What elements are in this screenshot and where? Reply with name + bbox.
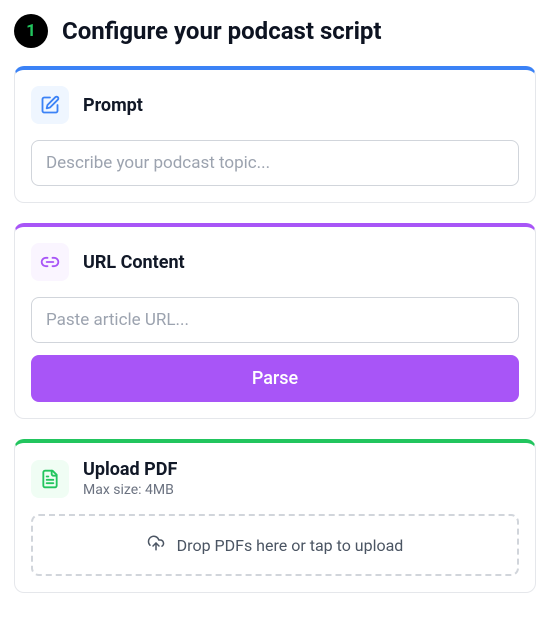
page-title: Configure your podcast script bbox=[62, 17, 382, 45]
url-title: URL Content bbox=[83, 252, 185, 273]
file-icon bbox=[31, 460, 69, 498]
upload-icon bbox=[147, 534, 165, 556]
prompt-input[interactable] bbox=[31, 140, 519, 186]
link-icon bbox=[31, 243, 69, 281]
pdf-subtitle: Max size: 4MB bbox=[83, 482, 177, 498]
prompt-card: Prompt bbox=[14, 66, 536, 203]
step-badge: 1 bbox=[14, 14, 48, 48]
pdf-card-head: Upload PDF Max size: 4MB bbox=[31, 459, 519, 498]
parse-button[interactable]: Parse bbox=[31, 355, 519, 402]
url-card: URL Content Parse bbox=[14, 223, 536, 419]
pdf-title: Upload PDF bbox=[83, 459, 177, 480]
dropzone-label: Drop PDFs here or tap to upload bbox=[177, 536, 404, 555]
url-input[interactable] bbox=[31, 297, 519, 343]
prompt-card-head: Prompt bbox=[31, 86, 519, 124]
pdf-card: Upload PDF Max size: 4MB Drop PDFs here … bbox=[14, 439, 536, 593]
pdf-dropzone[interactable]: Drop PDFs here or tap to upload bbox=[31, 514, 519, 576]
url-card-head: URL Content bbox=[31, 243, 519, 281]
page-header: 1 Configure your podcast script bbox=[14, 14, 536, 48]
prompt-title: Prompt bbox=[83, 95, 143, 116]
edit-icon bbox=[31, 86, 69, 124]
